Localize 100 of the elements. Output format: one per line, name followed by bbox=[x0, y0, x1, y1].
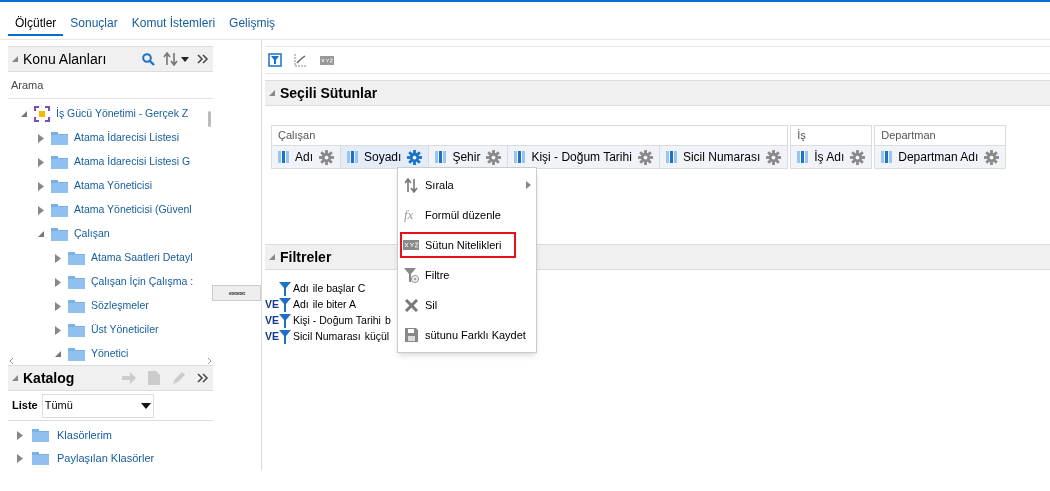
tab[interactable]: Sonuçlar bbox=[63, 12, 125, 36]
gear-icon[interactable] bbox=[984, 149, 1000, 165]
column-chip[interactable]: Adı bbox=[272, 146, 341, 168]
folder-icon bbox=[68, 275, 85, 289]
column-name: İş Adı bbox=[814, 149, 845, 166]
tree-item[interactable]: Atama İdarecisi Listesi G bbox=[74, 154, 193, 170]
filter-toggle-icon[interactable] bbox=[268, 53, 282, 67]
column-chip[interactable]: Departman Adı bbox=[875, 146, 1006, 168]
collapse-icon[interactable] bbox=[12, 374, 19, 382]
formula-icon: fx bbox=[404, 205, 418, 225]
folder-icon bbox=[68, 299, 85, 313]
expand-panel-icon[interactable] bbox=[197, 373, 209, 383]
tree-item[interactable]: Atama Yöneticisi (Güvenl bbox=[74, 202, 194, 218]
filter-column[interactable]: Sicil Numarası bbox=[293, 329, 361, 345]
menu-item[interactable]: Sil bbox=[398, 290, 536, 320]
collapse-icon[interactable] bbox=[12, 55, 19, 63]
column-icon bbox=[278, 151, 289, 163]
expand-icon[interactable] bbox=[37, 133, 45, 143]
filter-column[interactable]: Adı bbox=[293, 297, 309, 313]
menu-label: sütunu Farklı Kaydet bbox=[425, 327, 526, 343]
scroll-left-icon[interactable] bbox=[10, 358, 14, 364]
menu-item[interactable]: fx Formül düzenle bbox=[398, 200, 536, 230]
column-chip[interactable]: İş Adı bbox=[791, 146, 872, 168]
expand-panel-icon[interactable] bbox=[197, 54, 209, 64]
tree-item[interactable]: Atama Saatleri Detayl bbox=[91, 250, 195, 266]
gear-icon[interactable] bbox=[766, 149, 782, 165]
tree-item[interactable]: Yönetici bbox=[91, 346, 131, 362]
collapse-icon[interactable] bbox=[269, 89, 276, 97]
menu-item[interactable]: Sütun Nitelikleri bbox=[398, 230, 518, 260]
gear-icon[interactable] bbox=[637, 149, 653, 165]
column-name: Şehir bbox=[452, 149, 481, 166]
expand-icon[interactable] bbox=[37, 157, 45, 167]
tree-item[interactable]: Çalışan İçin Çalışma : bbox=[91, 274, 196, 290]
tree-item[interactable]: Atama Yöneticisi bbox=[74, 178, 154, 194]
folder-icon bbox=[51, 203, 68, 217]
filter-connector: VE bbox=[265, 329, 279, 345]
menu-item[interactable]: Filtre bbox=[398, 260, 536, 290]
chart-icon[interactable] bbox=[294, 53, 308, 67]
scroll-right-icon[interactable] bbox=[207, 358, 211, 364]
collapse-icon[interactable] bbox=[37, 230, 45, 238]
menu-label: Formül düzenle bbox=[425, 207, 501, 223]
delete-icon bbox=[404, 298, 418, 312]
folder-icon bbox=[68, 347, 85, 361]
expand-icon[interactable] bbox=[54, 301, 62, 311]
filter-column[interactable]: Kişi - Doğum Tarihi bbox=[293, 313, 381, 329]
column-icon bbox=[514, 151, 526, 163]
filter-connector: VE bbox=[265, 297, 279, 313]
properties-icon[interactable] bbox=[320, 55, 334, 65]
expand-icon[interactable] bbox=[37, 181, 45, 191]
collapse-icon[interactable] bbox=[269, 253, 276, 261]
folder-icon bbox=[68, 251, 85, 265]
column-name: Adı bbox=[295, 149, 313, 166]
tree-item[interactable]: Klasörlerim bbox=[57, 427, 112, 444]
search-icon[interactable] bbox=[142, 52, 155, 66]
column-name: Kişi - Doğum Tarihi bbox=[531, 149, 632, 166]
gear-icon[interactable] bbox=[407, 149, 423, 165]
column-chip[interactable]: Sicil Numarası bbox=[659, 146, 788, 168]
menu-item[interactable]: Sırala bbox=[398, 170, 536, 200]
submenu-arrow-icon bbox=[526, 181, 531, 189]
expand-icon[interactable] bbox=[54, 325, 62, 335]
expand-icon[interactable] bbox=[16, 454, 24, 463]
tab[interactable]: Gelişmiş bbox=[222, 12, 283, 36]
tree-item[interactable]: Çalışan bbox=[74, 226, 112, 242]
filter-condition: ile biter A bbox=[312, 297, 356, 313]
column-chip[interactable]: Şehir bbox=[429, 146, 509, 168]
collapse-icon[interactable] bbox=[54, 350, 62, 358]
gear-icon[interactable] bbox=[486, 149, 502, 165]
filter-icon bbox=[279, 330, 291, 344]
tree-item[interactable]: Paylaşılan Klasörler bbox=[57, 450, 155, 467]
expand-icon[interactable] bbox=[37, 205, 45, 215]
scrollbar-thumb[interactable] bbox=[207, 111, 211, 127]
menu-item[interactable]: sütunu Farklı Kaydet bbox=[398, 320, 536, 350]
gear-icon[interactable] bbox=[850, 149, 866, 165]
expand-icon[interactable] bbox=[54, 253, 62, 263]
properties-icon bbox=[403, 240, 419, 250]
menu-label: Sırala bbox=[425, 177, 454, 193]
collapse-icon[interactable] bbox=[20, 110, 28, 118]
search-field[interactable]: Arama bbox=[8, 73, 213, 99]
filter-column[interactable]: Adı bbox=[293, 281, 309, 297]
panel-title: Katalog bbox=[23, 368, 75, 388]
expand-icon[interactable] bbox=[54, 277, 62, 287]
tab[interactable]: Komut İstemleri bbox=[124, 12, 223, 36]
filter-condition: b bbox=[384, 313, 391, 329]
tree-item[interactable]: Sözleşmeler bbox=[91, 298, 151, 314]
tree-item[interactable]: Atama İdarecisi Listesi bbox=[74, 130, 182, 146]
tree-item[interactable]: Üst Yöneticiler bbox=[91, 322, 161, 338]
column-icon bbox=[665, 151, 677, 163]
list-dropdown[interactable]: Tümü bbox=[41, 393, 154, 418]
gear-icon[interactable] bbox=[319, 149, 334, 165]
folder-icon bbox=[32, 429, 49, 442]
folder-icon bbox=[68, 323, 85, 337]
tree-item[interactable]: İş Gücü Yönetimi - Gerçek Z bbox=[56, 106, 191, 122]
column-chip[interactable]: Soyadı bbox=[341, 146, 430, 168]
panel-title: Filtreler bbox=[280, 247, 332, 267]
column-chip[interactable]: Kişi - Doğum Tarihi bbox=[508, 146, 660, 168]
tab[interactable]: Ölçütler bbox=[8, 12, 64, 36]
sort-icon bbox=[404, 177, 418, 193]
sort-icon[interactable] bbox=[163, 52, 189, 66]
expand-icon[interactable] bbox=[16, 431, 24, 440]
filter-add-icon bbox=[403, 267, 419, 283]
